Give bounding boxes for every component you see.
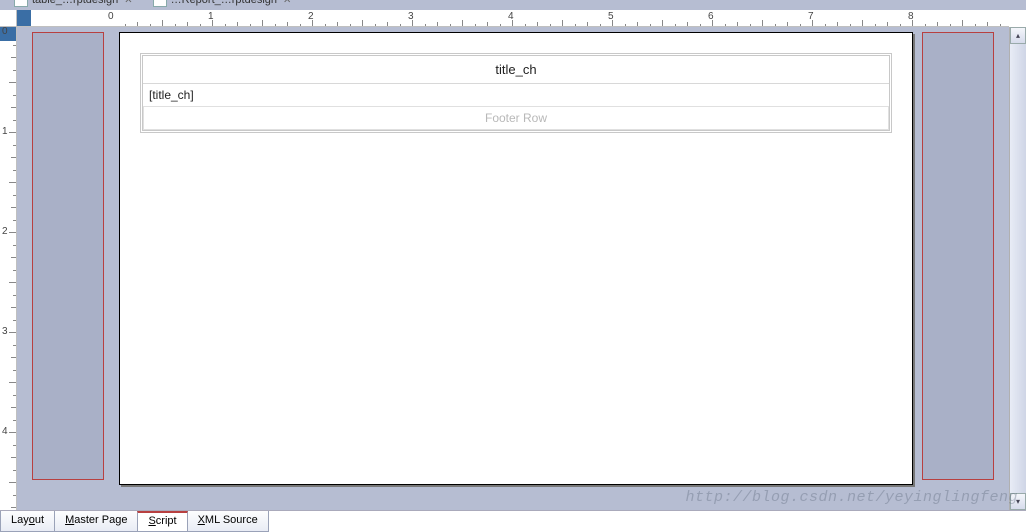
editor-frame: 012345678 01234 title_ch [title_ch] Foot… xyxy=(0,10,1026,510)
ruler-segment: 3 xyxy=(412,10,512,27)
document-icon xyxy=(153,0,167,7)
report-table[interactable]: title_ch [title_ch] Footer Row xyxy=(140,53,892,133)
table-detail-cell[interactable]: [title_ch] xyxy=(143,83,889,106)
ruler-segment: 1 xyxy=(0,132,16,232)
horizontal-ruler[interactable]: 012345678 xyxy=(17,10,1009,27)
tab-master-page[interactable]: Master Page xyxy=(54,511,138,532)
ruler-segment: 1 xyxy=(212,10,312,27)
right-margin-guide xyxy=(922,32,994,480)
ruler-segment: 2 xyxy=(312,10,412,27)
file-tab-1[interactable]: …Report_…rptdesign ✕ xyxy=(147,0,300,9)
table-footer-cell[interactable]: Footer Row xyxy=(143,106,889,130)
file-tab-label: table_…rptdesign xyxy=(32,0,118,6)
ruler-segment: 3 xyxy=(0,332,16,432)
ruler-segment: 2 xyxy=(0,232,16,332)
view-tabs: Layout Master Page Script XML Source xyxy=(0,510,1026,532)
scroll-up-button[interactable]: ▴ xyxy=(1010,27,1026,44)
vertical-ruler[interactable]: 01234 xyxy=(0,27,17,510)
file-tab-label: …Report_…rptdesign xyxy=(171,0,277,6)
ruler-segment: 0 xyxy=(112,10,212,27)
design-canvas[interactable]: title_ch [title_ch] Footer Row xyxy=(17,27,1009,510)
ruler-segment: 0 xyxy=(0,32,16,132)
file-tab-0[interactable]: table_…rptdesign ✕ xyxy=(8,0,141,9)
ruler-segment: 6 xyxy=(712,10,812,27)
tab-layout[interactable]: Layout xyxy=(0,511,55,532)
document-icon xyxy=(14,0,28,7)
ruler-segment: 4 xyxy=(0,432,16,510)
close-icon[interactable]: ✕ xyxy=(122,0,134,6)
left-margin-guide xyxy=(32,32,104,480)
tab-script[interactable]: Script xyxy=(137,511,187,532)
ruler-segment: 7 xyxy=(812,10,912,27)
ruler-segment: 4 xyxy=(512,10,612,27)
ruler-segment: 8 xyxy=(912,10,1009,27)
watermark-text: http://blog.csdn.net/yeyinglingfeng xyxy=(685,489,1018,506)
vertical-scrollbar[interactable]: ▴ ▾ xyxy=(1009,27,1026,510)
ruler-corner xyxy=(0,10,17,27)
close-icon[interactable]: ✕ xyxy=(281,0,293,6)
h-ruler-selection xyxy=(17,10,31,26)
ruler-segment: 5 xyxy=(612,10,712,27)
tab-xml-source[interactable]: XML Source xyxy=(187,511,269,532)
table-header-cell[interactable]: title_ch xyxy=(143,56,889,83)
report-page[interactable]: title_ch [title_ch] Footer Row xyxy=(119,32,913,485)
